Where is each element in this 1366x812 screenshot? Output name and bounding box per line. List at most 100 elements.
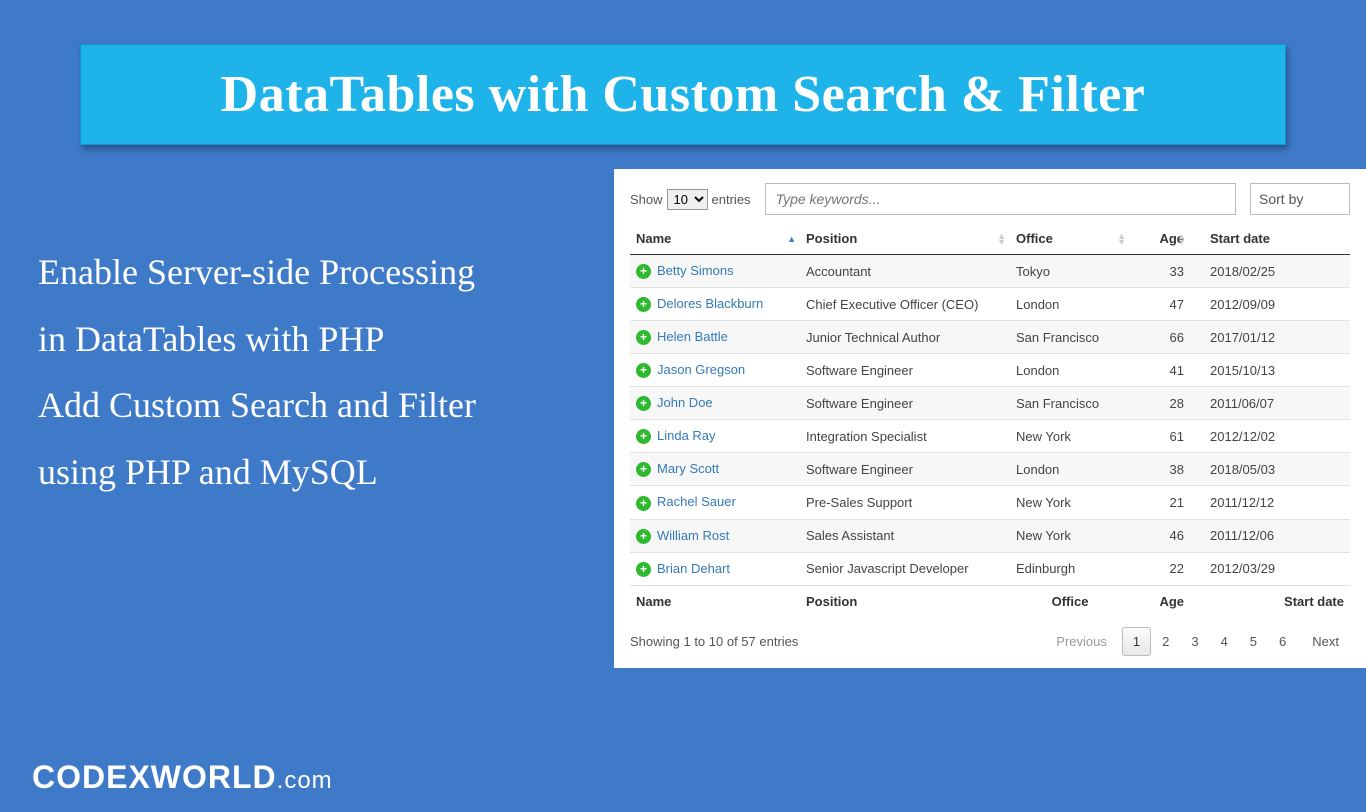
expand-icon[interactable]: + (636, 297, 651, 312)
table-row: + Helen Battle Junior Technical AuthorSan … (630, 321, 1350, 354)
cell-start-date: 2012/09/09 (1190, 288, 1350, 321)
cell-age: 46 (1130, 519, 1190, 552)
cell-position: Sales Assistant (800, 519, 1010, 552)
table-info: Showing 1 to 10 of 57 entries (630, 634, 798, 649)
table-row: + Mary Scott Software EngineerLondon382018… (630, 453, 1350, 486)
cell-position: Accountant (800, 255, 1010, 288)
col-age[interactable]: Age ▲▼ (1130, 223, 1190, 255)
table-row: + Delores Blackburn Chief Executive Office… (630, 288, 1350, 321)
page-2[interactable]: 2 (1151, 627, 1180, 656)
show-label-pre: Show (630, 192, 663, 207)
cell-office: New York (1010, 519, 1130, 552)
sort-asc-icon: ▲ (787, 236, 796, 242)
table-row: + Jason Gregson Software EngineerLondon412… (630, 354, 1350, 387)
cell-start-date: 2011/06/07 (1190, 387, 1350, 420)
page-1[interactable]: 1 (1122, 627, 1151, 656)
cell-start-date: 2017/01/12 (1190, 321, 1350, 354)
datatable-panel: Show 10 entries Sort by Name ▲ (614, 169, 1366, 668)
expand-icon[interactable]: + (636, 429, 651, 444)
cell-start-date: 2011/12/12 (1190, 486, 1350, 519)
cell-name[interactable]: Helen Battle (657, 329, 728, 344)
cell-name[interactable]: Mary Scott (657, 461, 719, 476)
expand-icon[interactable]: + (636, 396, 651, 411)
page-4[interactable]: 4 (1210, 627, 1239, 656)
cell-age: 28 (1130, 387, 1190, 420)
cell-office: London (1010, 288, 1130, 321)
cell-age: 41 (1130, 354, 1190, 387)
cell-office: London (1010, 354, 1130, 387)
foot-name: Name (630, 585, 800, 617)
expand-icon[interactable]: + (636, 363, 651, 378)
cell-office: London (1010, 453, 1130, 486)
table-row: +Brian DehartSenior Javascript Developer… (630, 552, 1350, 585)
cell-age: 61 (1130, 420, 1190, 453)
cell-name[interactable]: Rachel Sauer (657, 494, 736, 509)
page-3[interactable]: 3 (1180, 627, 1209, 656)
cell-office: New York (1010, 486, 1130, 519)
table-row: + William Rost Sales AssistantNew York4620… (630, 519, 1350, 552)
cell-office: San Francisco (1010, 387, 1130, 420)
cell-office: San Francisco (1010, 321, 1130, 354)
desc-line-3: Add Custom Search and Filter (38, 372, 598, 439)
foot-office: Office (1010, 585, 1130, 617)
cell-start-date: 2018/05/03 (1190, 453, 1350, 486)
pagination: Previous 123456 Next (1045, 627, 1350, 656)
foot-position: Position (800, 585, 1010, 617)
cell-office: New York (1010, 420, 1130, 453)
expand-icon[interactable]: + (636, 330, 651, 345)
cell-position: Software Engineer (800, 387, 1010, 420)
desc-line-1: Enable Server-side Processing (38, 239, 598, 306)
cell-age: 21 (1130, 486, 1190, 519)
page-next[interactable]: Next (1301, 627, 1350, 656)
cell-position: Pre-Sales Support (800, 486, 1010, 519)
cell-name[interactable]: John Doe (657, 395, 713, 410)
cell-name[interactable]: Betty Simons (657, 263, 734, 278)
desc-line-4: using PHP and MySQL (38, 439, 598, 506)
cell-office: Edinburgh (1010, 552, 1130, 585)
expand-icon[interactable]: + (636, 562, 651, 577)
expand-icon[interactable]: + (636, 529, 651, 544)
sort-icon: ▲▼ (997, 233, 1006, 245)
cell-start-date: 2011/12/06 (1190, 519, 1350, 552)
table-row: +John DoeSoftware EngineerSan Francisco2… (630, 387, 1350, 420)
sort-select[interactable]: Sort by (1250, 183, 1350, 215)
cell-position: Junior Technical Author (800, 321, 1010, 354)
cell-position: Software Engineer (800, 453, 1010, 486)
col-office[interactable]: Office ▲▼ (1010, 223, 1130, 255)
search-input[interactable] (765, 183, 1236, 215)
cell-start-date: 2015/10/13 (1190, 354, 1350, 387)
expand-icon[interactable]: + (636, 264, 651, 279)
left-description: Enable Server-side Processing in DataTab… (38, 169, 598, 668)
cell-start-date: 2012/12/02 (1190, 420, 1350, 453)
foot-age: Age (1130, 585, 1190, 617)
cell-name[interactable]: Delores Blackburn (657, 296, 763, 311)
page-5[interactable]: 5 (1239, 627, 1268, 656)
page-6[interactable]: 6 (1268, 627, 1297, 656)
cell-name[interactable]: Linda Ray (657, 428, 716, 443)
col-name[interactable]: Name ▲ (630, 223, 800, 255)
table-row: + Linda Ray Integration SpecialistNew York… (630, 420, 1350, 453)
page-previous[interactable]: Previous (1045, 627, 1118, 656)
page-banner: DataTables with Custom Search & Filter (80, 44, 1286, 145)
cell-age: 22 (1130, 552, 1190, 585)
cell-position: Integration Specialist (800, 420, 1010, 453)
show-entries: Show 10 entries (630, 189, 751, 210)
cell-office: Tokyo (1010, 255, 1130, 288)
cell-name[interactable]: William Rost (657, 528, 729, 543)
cell-age: 47 (1130, 288, 1190, 321)
cell-position: Software Engineer (800, 354, 1010, 387)
expand-icon[interactable]: + (636, 462, 651, 477)
cell-age: 38 (1130, 453, 1190, 486)
cell-position: Chief Executive Officer (CEO) (800, 288, 1010, 321)
site-logo: CODEXWORLD.com (32, 759, 333, 796)
cell-name[interactable]: Jason Gregson (657, 362, 745, 377)
foot-start-date: Start date (1190, 585, 1350, 617)
show-label-post: entries (712, 192, 751, 207)
cell-age: 33 (1130, 255, 1190, 288)
col-position[interactable]: Position ▲▼ (800, 223, 1010, 255)
entries-select[interactable]: 10 (667, 189, 708, 210)
cell-start-date: 2018/02/25 (1190, 255, 1350, 288)
cell-name[interactable]: Brian Dehart (657, 561, 730, 576)
expand-icon[interactable]: + (636, 496, 651, 511)
col-start-date[interactable]: Start date (1190, 223, 1350, 255)
